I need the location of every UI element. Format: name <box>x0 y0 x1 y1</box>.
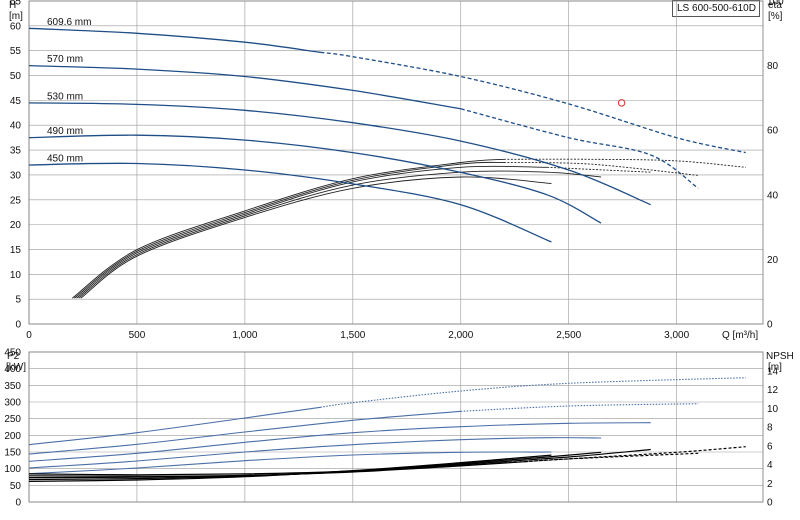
power-curve-dashed <box>320 377 746 408</box>
top-left-tick-label: 30 <box>10 170 22 181</box>
top-left-tick-label: 65 <box>10 0 22 8</box>
top-left-tick-label: 0 <box>15 320 21 331</box>
efficiency-curve <box>78 170 602 299</box>
head-curve-label: 490 mm <box>47 126 83 137</box>
bottom-right-axis-title: NPSH <box>766 351 794 362</box>
bottom-left-tick-label: 300 <box>4 398 21 409</box>
head-curve <box>28 27 321 53</box>
bottom-left-tick-label: 450 <box>4 348 21 359</box>
bottom-left-tick-label: 150 <box>4 448 21 459</box>
top-plot-frame <box>28 0 764 325</box>
x-tick-label: 0 <box>26 330 32 341</box>
head-curve <box>28 102 651 206</box>
top-left-tick-label: 5 <box>15 295 21 306</box>
bottom-left-tick-label: 50 <box>10 481 22 492</box>
x-tick-label: 2,500 <box>556 330 581 341</box>
bottom-right-tick-label: 4 <box>767 460 773 471</box>
top-left-tick-label: 35 <box>10 146 22 157</box>
top-right-tick-label: 100 <box>767 0 784 8</box>
top-left-tick-label: 25 <box>10 195 22 206</box>
bottom-left-tick-label: 400 <box>4 364 21 375</box>
head-curve <box>28 134 602 224</box>
power-curve <box>28 437 602 469</box>
bottom-right-tick-label: 12 <box>767 385 779 396</box>
efficiency-curve-dashed <box>503 158 746 168</box>
x-tick-label: 2,000 <box>448 330 473 341</box>
top-left-tick-label: 10 <box>10 270 22 281</box>
head-curve-label: 530 mm <box>47 91 83 102</box>
top-left-tick-label: 20 <box>10 220 22 231</box>
bottom-left-tick-label: 350 <box>4 381 21 392</box>
bottom-right-tick-label: 6 <box>767 441 773 452</box>
power-curve-dashed <box>460 403 699 412</box>
head-curve-label: 609.6 mm <box>47 17 91 28</box>
bottom-right-tick-label: 10 <box>767 404 779 415</box>
efficiency-curve <box>76 165 548 299</box>
bottom-right-tick-label: 8 <box>767 423 773 434</box>
head-curve-dashed <box>460 108 699 189</box>
head-curve-label: 450 mm <box>47 153 83 164</box>
top-right-tick-label: 60 <box>767 126 779 137</box>
x-tick-label: 500 <box>129 330 146 341</box>
top-right-tick-label: 80 <box>767 61 779 72</box>
bottom-left-tick-label: 0 <box>15 498 21 509</box>
efficiency-curve <box>74 161 504 299</box>
top-left-tick-label: 45 <box>10 96 22 107</box>
top-left-axis-unit: [m] <box>9 11 23 22</box>
bottom-right-tick-label: 2 <box>767 479 773 490</box>
x-tick-label: 1,500 <box>340 330 365 341</box>
bottom-right-tick-label: 14 <box>767 366 779 377</box>
npsh-curve <box>28 448 651 479</box>
bottom-left-tick-label: 250 <box>4 414 21 425</box>
head-curve-label: 570 mm <box>47 54 83 65</box>
top-left-tick-label: 60 <box>10 21 22 32</box>
top-left-tick-label: 15 <box>10 245 22 256</box>
top-right-axis-unit: [%] <box>768 11 783 22</box>
bottom-right-tick-label: 0 <box>767 498 773 509</box>
x-tick-label: 3,000 <box>664 330 689 341</box>
npsh-curve-dashed <box>503 446 746 464</box>
pump-performance-chart: H[m]eta[%]051015202530354045505560650204… <box>4 0 794 509</box>
bottom-left-tick-label: 100 <box>4 464 21 475</box>
top-left-tick-label: 55 <box>10 46 22 57</box>
bottom-left-tick-label: 200 <box>4 431 21 442</box>
top-left-tick-label: 40 <box>10 121 22 132</box>
x-tick-label: 1,000 <box>232 330 257 341</box>
top-right-tick-label: 20 <box>767 255 779 266</box>
top-right-tick-label: 0 <box>767 320 773 331</box>
top-left-tick-label: 50 <box>10 71 22 82</box>
x-axis-title: Q [m³/h] <box>722 330 758 341</box>
top-right-tick-label: 40 <box>767 190 779 201</box>
efficiency-curve <box>80 176 552 299</box>
head-curve-dashed <box>320 51 746 154</box>
